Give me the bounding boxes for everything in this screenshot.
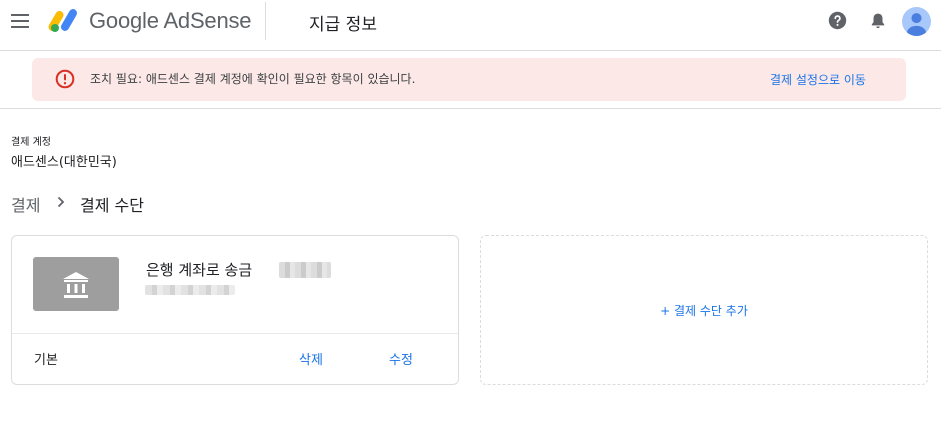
masked-account-details [145,285,235,295]
add-payment-method-link[interactable]: + 결제 수단 추가 [481,302,927,319]
account-avatar-icon[interactable] [902,7,931,36]
payment-method-card: 은행 계좌로 송금 기본 삭제 수정 [11,235,459,385]
masked-account-number [279,262,331,278]
brand-name: Google AdSense [89,8,252,33]
notifications-bell-icon[interactable] [868,11,888,31]
header-divider [265,2,266,40]
error-circle-icon [55,69,75,89]
page-title: 지급 정보 [309,15,377,35]
breadcrumb-payments-link[interactable]: 결제 [11,192,40,216]
go-to-payment-settings-link[interactable]: 결제 설정으로 이동 [770,71,866,88]
payment-method-name: 은행 계좌로 송금 [146,261,253,279]
help-icon[interactable] [828,11,847,30]
hamburger-menu-icon[interactable] [10,11,30,31]
card-divider [12,333,458,334]
top-app-bar: Google AdSense 지급 정보 [0,0,941,51]
chevron-right-icon [57,196,65,208]
edit-button[interactable]: 수정 [389,349,413,368]
section-divider [0,108,941,109]
action-required-banner: 조치 필요: 애드센스 결제 계정에 확인이 필요한 항목이 있습니다. 결제 … [32,58,906,101]
alert-message: 조치 필요: 애드센스 결제 계정에 확인이 필요한 항목이 있습니다. [90,72,416,86]
payment-account-label: 결제 계정 [11,137,51,148]
bank-icon [63,272,89,298]
payment-account-value: 애드센스(대한민국) [11,155,117,170]
add-payment-method-card[interactable]: + 결제 수단 추가 [480,235,928,385]
delete-button[interactable]: 삭제 [299,349,323,368]
breadcrumb-current: 결제 수단 [80,196,144,215]
default-badge: 기본 [34,353,58,368]
adsense-logo-icon [48,9,77,32]
bank-tile [33,257,119,311]
